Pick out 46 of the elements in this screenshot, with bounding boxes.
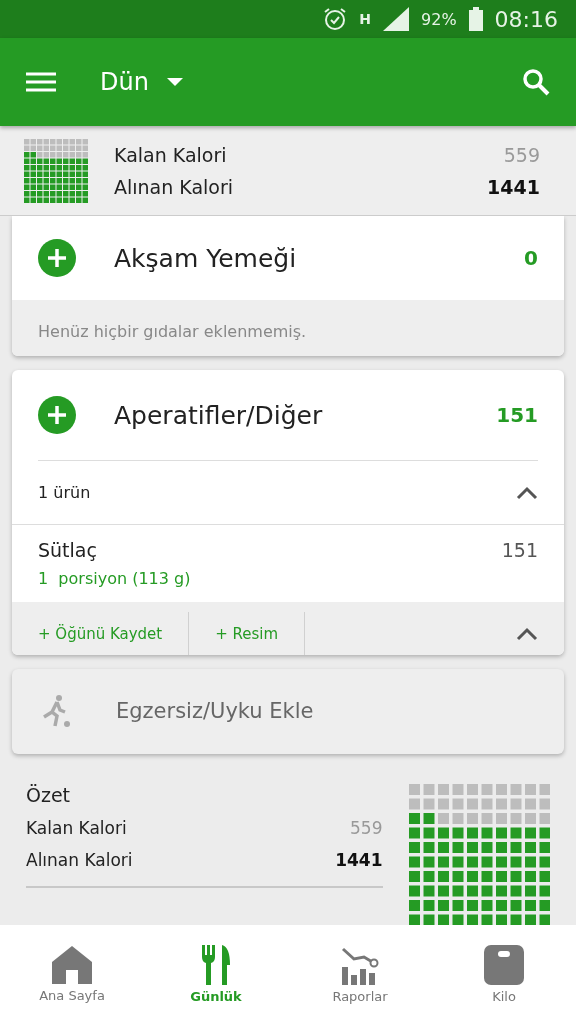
fork-knife-icon <box>202 945 230 985</box>
summary-title: Özet <box>26 783 72 806</box>
home-icon <box>52 946 92 984</box>
chart-icon <box>340 945 380 985</box>
nav-tab[interactable]: Günlük <box>144 925 288 1024</box>
calorie-value: 559 <box>503 143 540 166</box>
calorie-label: Kalan Kalori <box>114 143 227 166</box>
nav-tab[interactable]: Raporlar <box>288 925 432 1024</box>
battery-percent: 92% <box>421 9 457 29</box>
clock: 08:16 <box>494 6 558 32</box>
meal-calories: 0 <box>524 246 538 270</box>
date-dropdown[interactable]: Dün <box>100 68 183 96</box>
meal-title: Akşam Yemeği <box>114 243 298 273</box>
meal-action-button[interactable]: + Resim <box>189 612 306 655</box>
calorie-value: 559 <box>350 817 383 838</box>
calorie-label: Alınan Kalori <box>26 849 133 870</box>
calorie-grid-icon <box>24 138 88 203</box>
calorie-value: 1441 <box>487 175 540 198</box>
dropdown-caret-icon[interactable] <box>166 78 183 86</box>
running-figure-icon <box>42 695 72 728</box>
add-exercise-label[interactable]: Egzersiz/Uyku Ekle <box>116 699 314 724</box>
search-button[interactable] <box>522 68 550 96</box>
battery-icon <box>468 7 483 31</box>
nav-tab[interactable]: Kilo <box>432 925 576 1024</box>
meal-title: Aperatifler/Diğer <box>114 400 324 430</box>
signal-icon <box>383 7 410 31</box>
food-calories: 151 <box>501 539 538 564</box>
food-name: Sütlaç <box>38 539 98 562</box>
meal-calories: 151 <box>496 403 538 428</box>
calorie-grid-icon <box>408 783 550 925</box>
scale-icon <box>484 945 524 985</box>
nav-tab[interactable]: Ana Sayfa <box>0 925 144 1024</box>
menu-button[interactable] <box>26 72 56 92</box>
calorie-value: 1441 <box>335 849 383 870</box>
chevron-icon[interactable] <box>516 627 538 642</box>
network-type: H <box>359 11 372 27</box>
add-icon[interactable] <box>38 396 76 435</box>
calorie-label: Kalan Kalori <box>26 817 127 838</box>
item-count: 1 ürün <box>38 483 91 503</box>
chevron-icon[interactable] <box>516 485 538 500</box>
add-icon[interactable] <box>38 239 76 277</box>
alarm-icon <box>323 7 348 31</box>
calorie-label: Alınan Kalori <box>114 175 234 198</box>
empty-note: Henüz hiçbir gıdalar eklenmemiş. <box>12 300 564 357</box>
meal-action-button[interactable]: + Öğünü Kaydet <box>12 612 190 655</box>
food-portion: 1 porsiyon (113 g) <box>38 569 191 589</box>
